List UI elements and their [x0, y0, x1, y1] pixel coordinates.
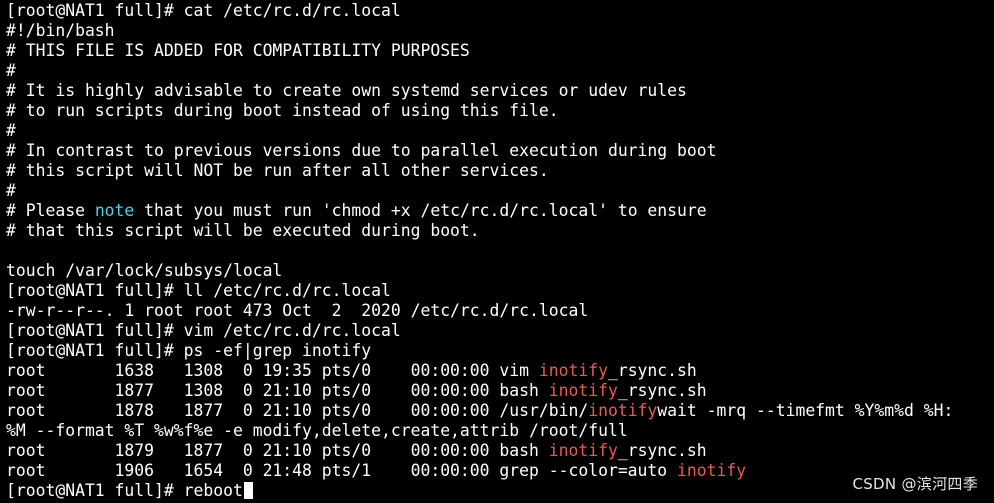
- terminal-line: #: [6, 181, 953, 201]
- terminal-text: # this script will NOT be run after all …: [6, 161, 549, 180]
- terminal-text: #: [6, 121, 16, 140]
- terminal-line: #: [6, 121, 953, 141]
- terminal-line: # It is highly advisable to create own s…: [6, 81, 953, 101]
- terminal-text: # In contrast to previous versions due t…: [6, 141, 717, 160]
- terminal-cursor: [243, 482, 253, 499]
- highlighted-keyword-note: note: [94, 201, 135, 220]
- terminal-text: root 1877 1308 0 21:10 pts/0 00:00:00 ba…: [6, 381, 549, 400]
- highlighted-keyword-inotify: inotify: [548, 381, 618, 400]
- terminal-text: # THIS FILE IS ADDED FOR COMPATIBILITY P…: [6, 41, 470, 60]
- terminal-line: -rw-r--r--. 1 root root 473 Oct 2 2020 /…: [6, 301, 953, 321]
- terminal-text: # Please: [6, 201, 95, 220]
- terminal-line: #!/bin/bash: [6, 21, 953, 41]
- terminal-text: _rsync.sh: [617, 381, 707, 400]
- terminal-line: [root@NAT1 full]# cat /etc/rc.d/rc.local: [6, 1, 953, 21]
- highlighted-keyword-inotify: inotify: [677, 461, 747, 480]
- terminal-line: [root@NAT1 full]# ps -ef|grep inotify: [6, 341, 953, 361]
- terminal-line: root 1638 1308 0 19:35 pts/0 00:00:00 vi…: [6, 361, 953, 381]
- terminal-text: # that this script will be executed duri…: [6, 221, 480, 240]
- terminal-text: [root@NAT1 full]# ll /etc/rc.d/rc.local: [6, 281, 391, 300]
- terminal-line: [root@NAT1 full]# reboot: [6, 481, 953, 501]
- terminal-text: %M --format %T %w%f%e -e modify,delete,c…: [6, 421, 628, 440]
- terminal-text: #: [6, 61, 16, 80]
- terminal-text: root 1878 1877 0 21:10 pts/0 00:00:00 /u…: [6, 401, 589, 420]
- terminal-text: [root@NAT1 full]# cat /etc/rc.d/rc.local: [6, 1, 401, 20]
- terminal-output[interactable]: [root@NAT1 full]# cat /etc/rc.d/rc.local…: [6, 1, 953, 501]
- terminal-text: _rsync.sh: [607, 361, 697, 380]
- terminal-text: root 1906 1654 0 21:48 pts/1 00:00:00 gr…: [6, 461, 678, 480]
- terminal-line: [root@NAT1 full]# vim /etc/rc.d/rc.local: [6, 321, 953, 341]
- terminal-text: #: [6, 181, 16, 200]
- terminal-line: #: [6, 61, 953, 81]
- csdn-watermark: CSDN @滨河四季: [852, 475, 978, 493]
- terminal-text: # It is highly advisable to create own s…: [6, 81, 687, 100]
- terminal-text: [root@NAT1 full]# ps -ef|grep inotify: [6, 341, 372, 360]
- terminal-line: root 1878 1877 0 21:10 pts/0 00:00:00 /u…: [6, 401, 953, 421]
- terminal-line: # In contrast to previous versions due t…: [6, 141, 953, 161]
- terminal-line: # THIS FILE IS ADDED FOR COMPATIBILITY P…: [6, 41, 953, 61]
- terminal-line: root 1879 1877 0 21:10 pts/0 00:00:00 ba…: [6, 441, 953, 461]
- terminal-text: [root@NAT1 full]# reboot: [6, 481, 243, 500]
- terminal-text: -rw-r--r--. 1 root root 473 Oct 2 2020 /…: [6, 301, 589, 320]
- terminal-line: # this script will NOT be run after all …: [6, 161, 953, 181]
- terminal-line: # Please note that you must run 'chmod +…: [6, 201, 953, 221]
- terminal-line: [root@NAT1 full]# ll /etc/rc.d/rc.local: [6, 281, 953, 301]
- terminal-line: root 1877 1308 0 21:10 pts/0 00:00:00 ba…: [6, 381, 953, 401]
- terminal-text: # to run scripts during boot instead of …: [6, 101, 559, 120]
- terminal-text: touch /var/lock/subsys/local: [6, 261, 283, 280]
- terminal-line: touch /var/lock/subsys/local: [6, 261, 953, 281]
- terminal-text: [root@NAT1 full]# vim /etc/rc.d/rc.local: [6, 321, 401, 340]
- terminal-text: that you must run 'chmod +x /etc/rc.d/rc…: [134, 201, 707, 220]
- terminal-line: root 1906 1654 0 21:48 pts/1 00:00:00 gr…: [6, 461, 953, 481]
- terminal-line: # to run scripts during boot instead of …: [6, 101, 953, 121]
- terminal-text: root 1879 1877 0 21:10 pts/0 00:00:00 ba…: [6, 441, 549, 460]
- terminal-text: root 1638 1308 0 19:35 pts/0 00:00:00 vi…: [6, 361, 539, 380]
- terminal-text: wait -mrq --timefmt %Y%m%d %H:: [657, 401, 954, 420]
- terminal-text: _rsync.sh: [617, 441, 707, 460]
- terminal-line: %M --format %T %w%f%e -e modify,delete,c…: [6, 421, 953, 441]
- highlighted-keyword-inotify: inotify: [588, 401, 658, 420]
- terminal-text: #!/bin/bash: [6, 21, 115, 40]
- terminal-line: # that this script will be executed duri…: [6, 221, 953, 241]
- highlighted-keyword-inotify: inotify: [548, 441, 618, 460]
- highlighted-keyword-inotify: inotify: [538, 361, 608, 380]
